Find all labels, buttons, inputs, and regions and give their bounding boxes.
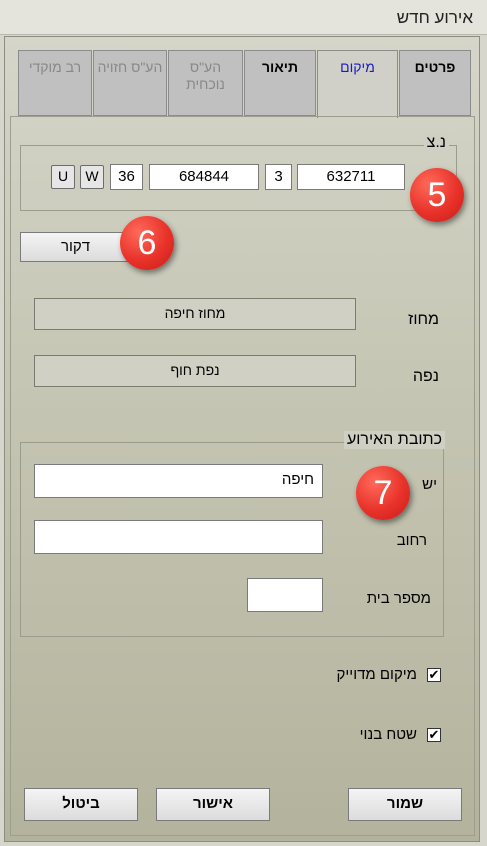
tab-details[interactable]: פרטים	[399, 50, 471, 116]
coord-field-4[interactable]: 36	[110, 164, 143, 190]
w-button[interactable]: W	[80, 165, 104, 189]
u-button[interactable]: U	[51, 165, 75, 189]
street-input[interactable]	[34, 520, 323, 554]
address-group-label: כתובת האירוע	[343, 431, 445, 449]
coord-field-1[interactable]: 632711	[297, 164, 405, 190]
city-input[interactable]: חיפה	[34, 464, 323, 498]
district-field: מחוז חיפה	[34, 298, 356, 330]
tab-description[interactable]: תיאור	[244, 50, 316, 116]
city-label: יש	[422, 476, 437, 493]
region-label: נפה	[412, 368, 439, 385]
title-bar: אירוע חדש	[0, 0, 487, 35]
cancel-button[interactable]: ביטול	[24, 788, 138, 821]
tab-predicted-forces[interactable]: הע"ס חזויה	[93, 50, 167, 116]
tab-current-forces[interactable]: הע"ס נוכחית	[168, 50, 243, 116]
region-field: נפת חוף	[34, 355, 356, 387]
exact-location-label: מיקום מדוייק	[336, 666, 417, 683]
built-area-label: שטח בנוי	[359, 726, 417, 743]
window-title: אירוע חדש	[396, 8, 473, 27]
house-number-input[interactable]	[247, 578, 323, 612]
decor-button[interactable]: דקור	[20, 232, 131, 262]
save-button[interactable]: שמור	[348, 788, 462, 821]
street-label: רחוב	[396, 532, 427, 549]
district-label: מחוז	[408, 311, 439, 328]
tab-location[interactable]: מיקום	[317, 50, 398, 118]
exact-location-checkbox[interactable]: ✔	[427, 668, 441, 682]
tab-multi-focus[interactable]: רב מוקדי	[18, 50, 92, 116]
house-number-label: מספר בית	[366, 590, 431, 607]
coord-field-2[interactable]: 3	[265, 164, 292, 190]
coords-group-label: נ.צ	[423, 134, 449, 152]
ok-button[interactable]: אישור	[156, 788, 270, 821]
annotation-badge-5: 5	[410, 168, 464, 222]
coord-field-3[interactable]: 684844	[149, 164, 259, 190]
annotation-badge-6: 6	[120, 216, 174, 270]
annotation-badge-7: 7	[356, 466, 410, 520]
built-area-checkbox[interactable]: ✔	[427, 728, 441, 742]
